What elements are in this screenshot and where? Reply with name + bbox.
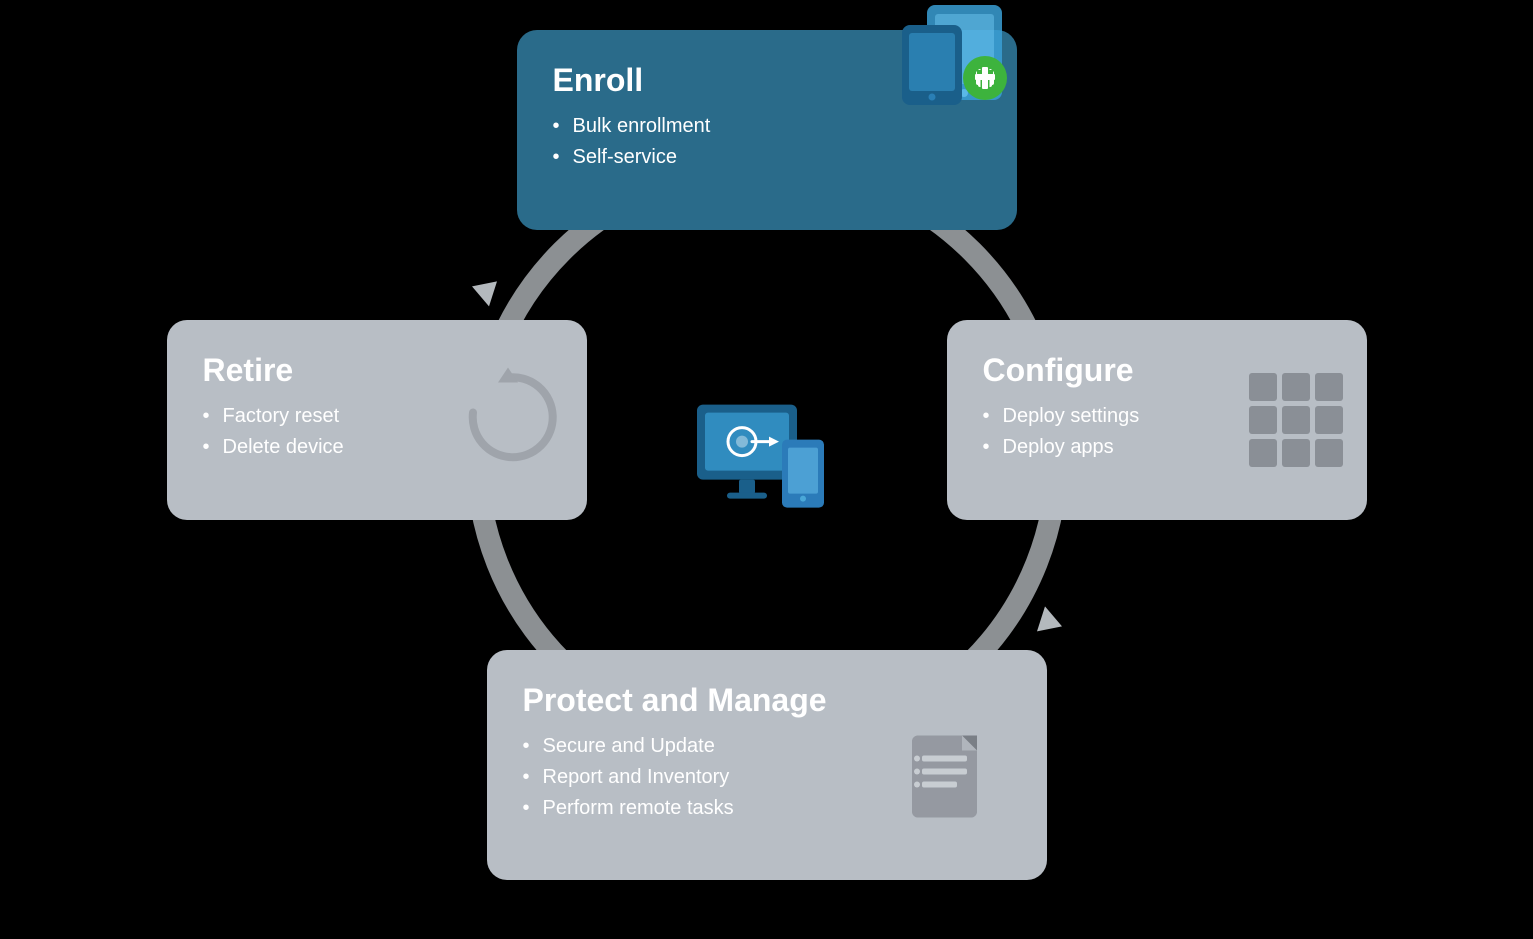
protect-report-icon	[897, 730, 1007, 845]
retire-refresh-icon	[453, 362, 563, 477]
diagram-container: Enroll Bulk enrollment Self-service	[167, 30, 1367, 910]
card-retire: Retire Factory reset Delete device	[167, 320, 587, 520]
protect-title: Protect and Manage	[523, 682, 1011, 719]
configure-grid-icon	[1249, 373, 1343, 467]
card-enroll: Enroll Bulk enrollment Self-service	[517, 30, 1017, 230]
card-configure: Configure Deploy settings Deploy apps	[947, 320, 1367, 520]
enroll-item-2: Self-service	[553, 146, 981, 169]
card-protect: Protect and Manage Secure and Update Rep…	[487, 650, 1047, 880]
center-mdm-icon	[687, 394, 847, 539]
enroll-icon	[897, 0, 1027, 125]
